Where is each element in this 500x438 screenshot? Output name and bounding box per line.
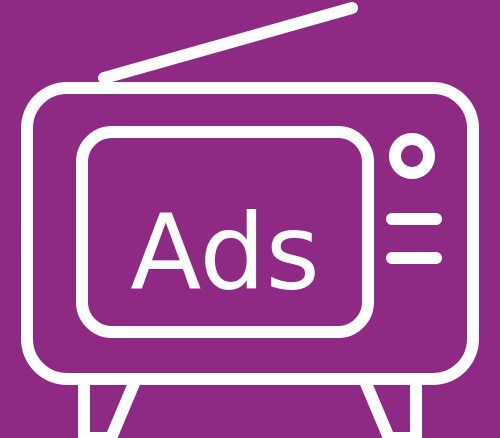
retro-tv-icon: Ads bbox=[21, 2, 479, 438]
antenna-icon bbox=[98, 2, 358, 84]
screen-text: Ads bbox=[130, 191, 320, 313]
right-leg bbox=[359, 375, 422, 438]
retro-tv-illustration: Ads bbox=[0, 0, 500, 438]
antenna-rod bbox=[98, 2, 358, 84]
knob-icon bbox=[389, 133, 435, 179]
left-leg bbox=[78, 375, 141, 438]
tv-leg-icon bbox=[78, 375, 422, 438]
speaker-slot-icon bbox=[386, 213, 442, 264]
